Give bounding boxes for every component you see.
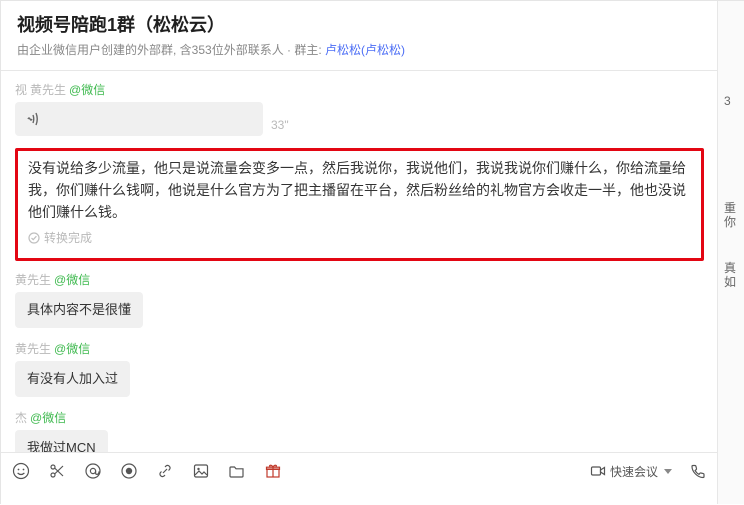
- file-button[interactable]: [227, 461, 247, 481]
- group-owner-link[interactable]: 卢松松(卢松松): [325, 43, 405, 57]
- composer-toolbar: 快速会议: [11, 459, 708, 483]
- sender-line: 黄先生 @微信: [15, 271, 704, 288]
- quick-meeting-label: 快速会议: [610, 463, 658, 480]
- sender-prefix: 视: [15, 81, 27, 98]
- group-title: 视频号陪跑1群（松松云）: [17, 11, 702, 37]
- phone-icon: [689, 462, 707, 480]
- toolbar-left: [11, 461, 283, 481]
- sender-line: 杰 @微信: [15, 409, 704, 426]
- group-subtitle: 由企业微信用户创建的外部群, 含353位外部联系人 · 群主: 卢松松(卢松松): [17, 41, 702, 58]
- link-icon: [156, 462, 174, 480]
- quick-meeting-button[interactable]: 快速会议: [590, 463, 672, 480]
- message-bubble[interactable]: 有没有人加入过: [15, 361, 130, 397]
- wechat-tag: @微信: [69, 81, 105, 98]
- message-voice: 视 黄先生 @微信 33": [15, 81, 704, 136]
- voice-duration: 33": [271, 118, 289, 132]
- sender-name: 黄先生: [15, 271, 51, 288]
- transcript-status: 转换完成: [28, 229, 691, 246]
- sound-wave-icon: [27, 112, 43, 126]
- sender-name: 杰: [15, 409, 27, 426]
- scissors-button[interactable]: [47, 461, 67, 481]
- message-bubble[interactable]: 我做过MCN: [15, 430, 108, 452]
- check-circle-icon: [28, 232, 40, 244]
- message-composer: 快速会议: [1, 452, 718, 504]
- folder-icon: [228, 462, 246, 480]
- image-button[interactable]: [191, 461, 211, 481]
- message-input[interactable]: [11, 489, 708, 505]
- at-icon: [84, 462, 102, 480]
- voice-row: 33": [15, 102, 704, 136]
- phone-button[interactable]: [688, 461, 708, 481]
- wechat-tag: @微信: [54, 340, 90, 357]
- gift-icon: [264, 462, 282, 480]
- subtitle-mid: 位外部联系人 · 群主:: [212, 43, 325, 57]
- message-bubble[interactable]: 具体内容不是很懂: [15, 292, 143, 328]
- voice-transcript-highlight: 没有说给多少流量，他只是说流量会变多一点，然后我说你，我说他们，我说我说你们赚什…: [15, 148, 704, 261]
- right-panel-item[interactable]: 重 你: [724, 195, 744, 235]
- mention-button[interactable]: [83, 461, 103, 481]
- message-text: 杰 @微信 我做过MCN: [15, 409, 704, 452]
- messages-list[interactable]: 视 黄先生 @微信 33" 没有说给多少流量: [1, 71, 718, 452]
- emoji-button[interactable]: [11, 461, 31, 481]
- video-icon: [590, 463, 606, 479]
- link-button[interactable]: [155, 461, 175, 481]
- transcript-status-text: 转换完成: [44, 229, 92, 246]
- right-panel-item[interactable]: 真 如: [724, 255, 744, 295]
- sender-name: 黄先生: [15, 340, 51, 357]
- wechat-tag: @微信: [30, 409, 66, 426]
- record-icon: [120, 462, 138, 480]
- emoji-icon: [12, 462, 30, 480]
- right-side-panel[interactable]: 3 重 你 真 如: [717, 1, 744, 504]
- chevron-down-icon: [664, 469, 672, 474]
- voice-transcript-text[interactable]: 没有说给多少流量，他只是说流量会变多一点，然后我说你，我说他们，我说我说你们赚什…: [28, 157, 691, 223]
- chat-header: 视频号陪跑1群（松松云） 由企业微信用户创建的外部群, 含353位外部联系人 ·…: [1, 1, 718, 71]
- sender-line: 黄先生 @微信: [15, 340, 704, 357]
- image-icon: [192, 462, 210, 480]
- right-panel-item[interactable]: 3: [724, 77, 744, 125]
- subtitle-prefix: 由企业微信用户创建的外部群, 含: [17, 43, 192, 57]
- sender-name: 黄先生: [30, 81, 66, 98]
- message-text: 黄先生 @微信 有没有人加入过: [15, 340, 704, 397]
- sender-line: 视 黄先生 @微信: [15, 81, 704, 98]
- chat-column: 视频号陪跑1群（松松云） 由企业微信用户创建的外部群, 含353位外部联系人 ·…: [1, 1, 718, 504]
- scissors-icon: [48, 462, 66, 480]
- gift-button[interactable]: [263, 461, 283, 481]
- toolbar-right: 快速会议: [590, 461, 708, 481]
- message-text: 黄先生 @微信 具体内容不是很懂: [15, 271, 704, 328]
- voice-bubble[interactable]: [15, 102, 263, 136]
- member-count: 353: [192, 43, 212, 57]
- record-button[interactable]: [119, 461, 139, 481]
- wechat-tag: @微信: [54, 271, 90, 288]
